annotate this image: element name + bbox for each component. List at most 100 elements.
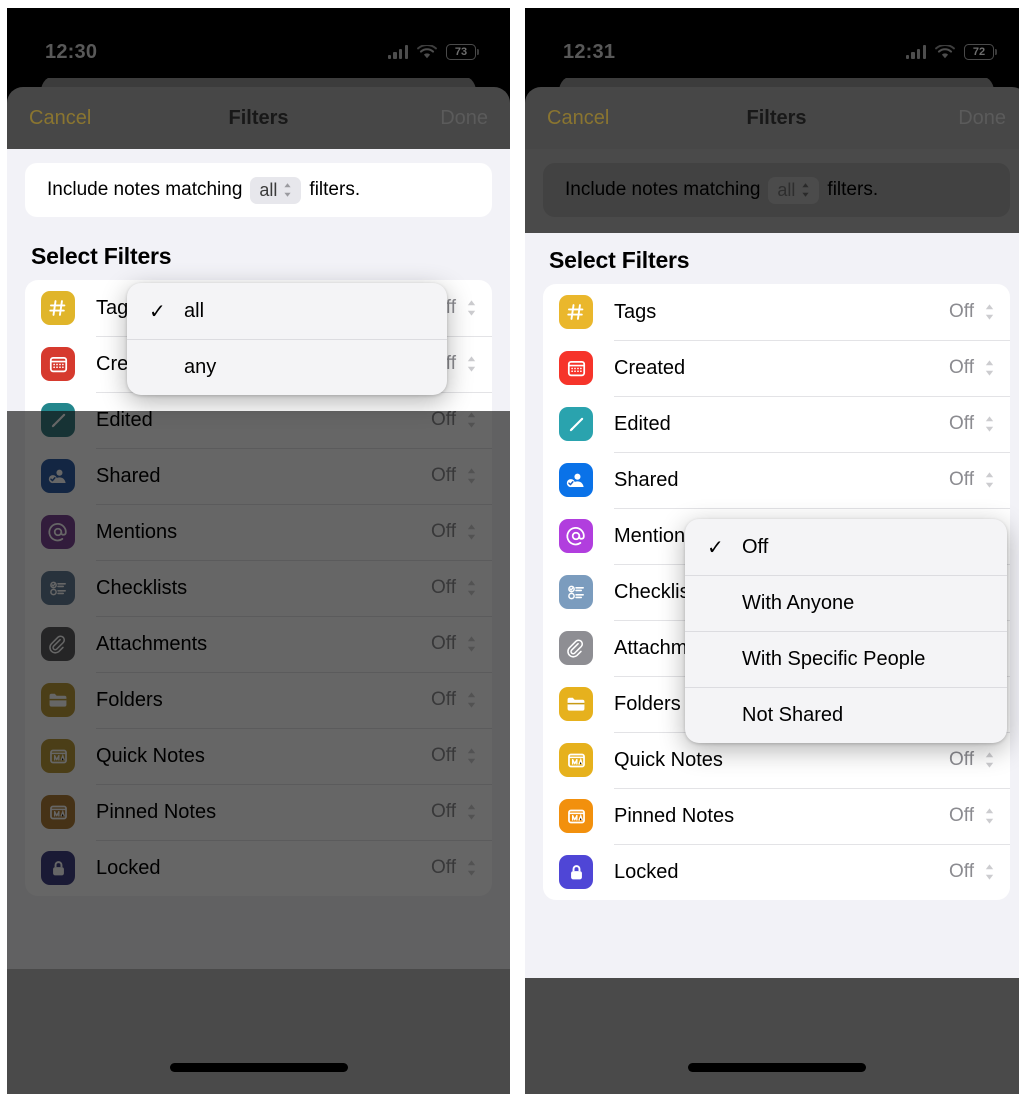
menu-item-label: any [184,355,217,378]
match-suffix: filters. [827,179,879,200]
filter-row-edited[interactable]: Edited Off [543,396,1010,452]
sheet-body: Include notes matching all filters. Sele… [525,149,1019,1094]
filter-row-label: Pinned Notes [96,800,217,823]
match-mode-menu[interactable]: ✓ all any [127,283,447,395]
filter-row-label: Locked [96,856,161,879]
home-indicator [687,1063,866,1072]
menu-item-any[interactable]: any [127,339,447,395]
match-mode-row-dimmed: Include notes matching all filters. [543,163,1010,217]
filter-row-attachments[interactable]: Attachments Off [25,616,492,672]
quick-note-icon [559,743,593,777]
battery-level: 72 [972,45,986,58]
up-down-chevron-icon [985,304,994,320]
match-mode-value: all [777,179,796,200]
match-mode-value: all [259,179,278,200]
up-down-chevron-icon [985,808,994,824]
folder-icon [41,683,75,717]
menu-item-label: Off [742,535,769,558]
wifi-icon [935,44,955,60]
filter-row-value: Off [949,749,974,770]
filter-row-label: Quick Notes [96,744,205,767]
lock-icon [41,851,75,885]
pinned-note-icon [559,799,593,833]
status-bar: 12:31 72 [525,8,1019,78]
filter-row-value: Off [431,521,456,542]
match-mode-row-dimmed-strip: Include notes matching all filters. [525,149,1019,233]
done-button[interactable]: Done [958,107,1006,130]
filter-row-label: Attachments [96,632,208,655]
folder-icon [559,687,593,721]
filter-row-value: Off [949,413,974,434]
calendar-icon [559,351,593,385]
section-title: Select Filters [549,247,690,273]
phone-screenshot-right: 12:31 72 Cancel Filters Done Include not… [525,8,1019,1094]
checklist-icon [41,571,75,605]
at-sign-icon [559,519,593,553]
filter-row-folders[interactable]: Folders Off [25,672,492,728]
status-time: 12:30 [45,40,98,63]
status-time: 12:31 [563,40,616,63]
status-bar: 12:30 73 [7,8,510,78]
up-down-chevron-icon [467,804,476,820]
sheet-navbar: Cancel Filters Done [525,87,1019,149]
pencil-icon [559,407,593,441]
calendar-icon [41,347,75,381]
status-indicators: 72 [905,44,997,60]
filter-row-value: Off [949,469,974,490]
filter-row-shared[interactable]: Shared Off [25,448,492,504]
filter-row-label: Folders [96,688,163,711]
filters-sheet: Cancel Filters Done Include notes matchi… [7,87,510,1094]
filter-row-value: Off [431,801,456,822]
menu-item-with-specific-people[interactable]: With Specific People [685,631,1007,687]
filter-row-locked[interactable]: Locked Off [25,840,492,896]
filter-row-label: Pinned Notes [614,804,735,827]
filter-row-value: Off [949,301,974,322]
phone-screenshot-left: 12:30 73 Cancel Filters Done Edited Off … [7,8,510,1094]
filter-row-value: Off [431,857,456,878]
match-mode-select-dimmed[interactable]: all [768,176,820,204]
menu-item-all[interactable]: ✓ all [127,283,447,339]
up-down-chevron-icon [985,752,994,768]
filter-row-label: Locked [614,860,679,883]
up-down-chevron-icon [467,524,476,540]
cancel-button[interactable]: Cancel [29,107,91,130]
filter-row-pinned-notes[interactable]: Pinned Notes Off [543,788,1010,844]
done-button[interactable]: Done [440,107,488,130]
filter-row-pinned-notes[interactable]: Pinned Notes Off [25,784,492,840]
checkmark-icon: ✓ [707,536,724,559]
up-down-chevron-icon [802,183,810,197]
up-down-chevron-icon [467,860,476,876]
up-down-chevron-icon [467,636,476,652]
menu-item-not-shared[interactable]: Not Shared [685,687,1007,743]
hashtag-icon [41,291,75,325]
filter-row-mentions[interactable]: Mentions Off [25,504,492,560]
screenshot-stage: 12:30 73 Cancel Filters Done Edited Off … [0,0,1019,1098]
shared-filter-menu[interactable]: ✓ Off With Anyone With Specific People Not S… [685,519,1007,743]
battery-icon: 72 [964,44,997,60]
filter-row-label: Created [614,356,686,379]
filter-row-label: Checklists [96,576,188,599]
pinned-note-icon [41,795,75,829]
menu-item-with-anyone[interactable]: With Anyone [685,575,1007,631]
filter-row-created[interactable]: Created Off [543,340,1010,396]
filter-row-shared[interactable]: Shared Off [543,452,1010,508]
wifi-icon [417,44,437,60]
checkmark-icon: ✓ [149,300,166,323]
filter-row-label: Edited [614,412,671,435]
filter-row-quick-notes[interactable]: Quick Notes Off [25,728,492,784]
battery-level: 73 [454,45,468,58]
up-down-chevron-icon [985,472,994,488]
filter-row-checklists[interactable]: Checklists Off [25,560,492,616]
filter-row-label: Quick Notes [614,748,723,771]
filter-row-label: Shared [96,464,161,487]
pencil-icon [41,403,75,411]
filter-row-tags[interactable]: Tags Off [543,284,1010,340]
lock-icon [559,855,593,889]
up-down-chevron-icon [985,360,994,376]
cancel-button[interactable]: Cancel [547,107,609,130]
filter-row-value: Off [431,465,456,486]
match-prefix: Include notes matching [47,179,243,200]
menu-item-off[interactable]: ✓ Off [685,519,1007,575]
match-mode-select[interactable]: all [250,176,302,204]
filter-row-locked[interactable]: Locked Off [543,844,1010,900]
